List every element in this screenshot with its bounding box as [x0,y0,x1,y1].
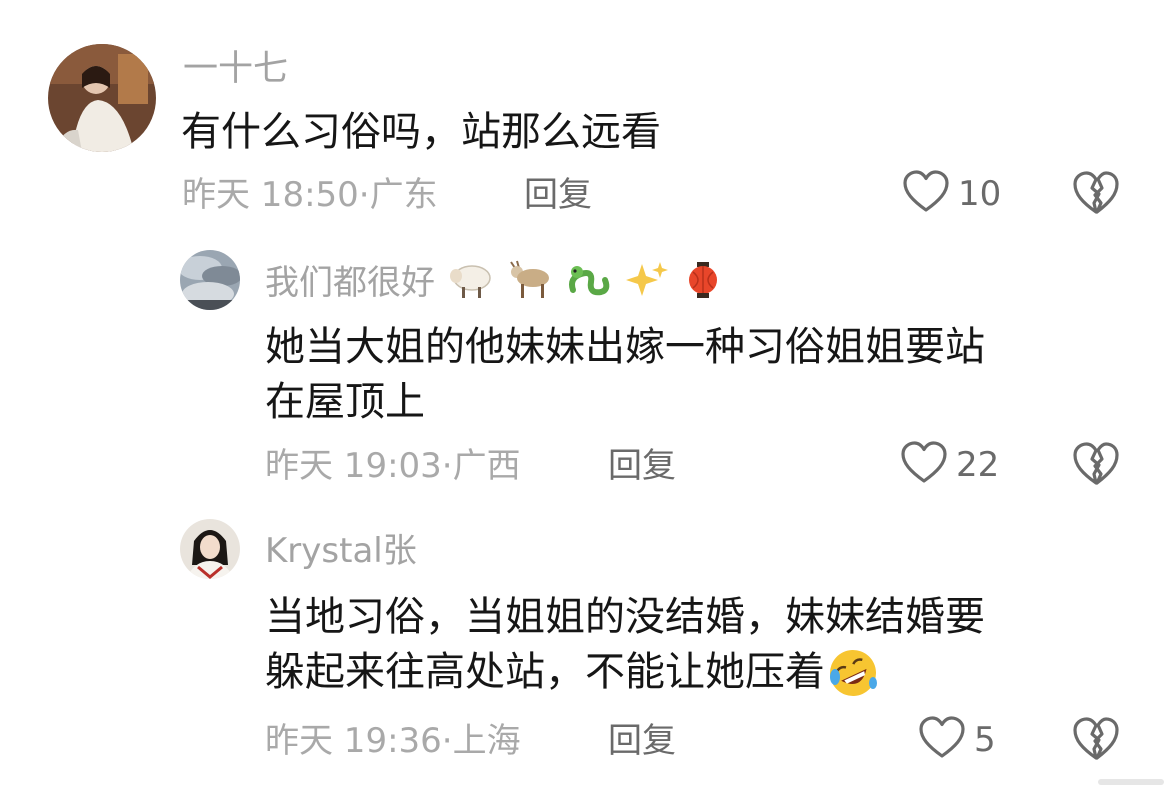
comment-text-line: 她当大姐的他妹妹出嫁一种习俗姐姐要站 [265,324,985,370]
comment-meta: 昨天 19:36·上海 [265,721,521,761]
dislike-button[interactable] [1072,441,1120,491]
broken-heart-icon [1072,171,1120,220]
reply-button[interactable]: 回复 [608,446,676,486]
heart-icon [918,716,966,764]
goat-icon [507,260,553,310]
comment-text-line: 有什么习俗吗，站那么远看 [181,109,661,155]
heart-icon [902,170,950,218]
watermark [1096,771,1166,791]
avatar[interactable] [180,519,240,579]
like-button[interactable]: 5 [918,715,996,765]
broken-heart-icon [1072,442,1120,491]
timestamp: 昨天 19:36· [265,721,453,761]
sparkles-icon [624,260,670,310]
comment-text-line: 在屋顶上 [265,379,425,425]
sheep-icon [448,260,494,310]
timestamp: 昨天 18:50· [182,175,370,215]
avatar[interactable] [48,44,156,152]
author-name[interactable]: 一十七 [183,48,288,90]
rolling-laughing-icon [827,647,879,706]
author-name: 我们都很好 [265,260,723,310]
timestamp: 昨天 19:03· [265,446,453,486]
location: 广东 [369,175,438,215]
location: 上海 [452,721,521,761]
comment-meta: 昨天 18:50·广东 [182,175,438,215]
broken-heart-icon [1072,717,1120,766]
like-count: 5 [974,720,996,760]
like-count: 22 [956,445,1000,485]
comment-text-line: 躲起来往高处站，不能让她压着 [265,645,985,706]
reply-button[interactable]: 回复 [608,721,676,761]
heart-icon [900,441,948,489]
dislike-button[interactable] [1072,716,1120,766]
author-name-text[interactable]: 我们都很好 [265,263,435,303]
author-name[interactable]: Krystal张 [265,530,417,572]
comment-text: 有什么习俗吗，站那么远看 [181,108,661,156]
comment-text-line-content: 躲起来往高处站，不能让她压着 [265,649,825,695]
lantern-icon [683,260,723,310]
comment-text: 当地习俗，当姐姐的没结婚，妹妹结婚要 躲起来往高处站，不能让她压着 [265,590,985,706]
avatar[interactable] [180,250,240,310]
comment-text-line: 当地习俗，当姐姐的没结婚，妹妹结婚要 [265,594,985,640]
comment-meta: 昨天 19:03·广西 [265,446,521,486]
comment-text: 她当大姐的他妹妹出嫁一种习俗姐姐要站 在屋顶上 [265,320,985,430]
location: 广西 [452,446,521,486]
like-count: 10 [958,174,1002,214]
like-button[interactable]: 22 [900,440,999,490]
dragon-icon [565,260,611,310]
like-button[interactable]: 10 [902,169,1001,219]
reply-button[interactable]: 回复 [524,175,592,215]
dislike-button[interactable] [1072,170,1120,220]
